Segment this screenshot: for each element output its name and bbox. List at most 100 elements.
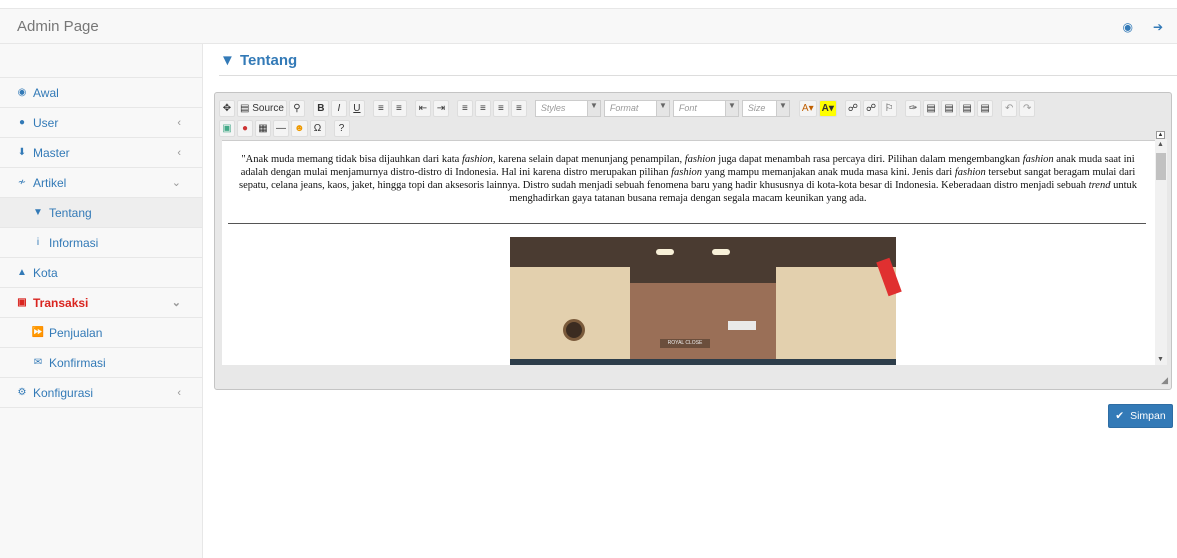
rss-icon: ≁ — [17, 177, 27, 188]
editor-toolbar: ✥ ▤ Source ⚲ B I U ≡ ≡ ⇤ ⇥ ≡ ≡ ≡ ≡ Style… — [219, 97, 1167, 139]
chevron-left-icon: ‹ — [177, 146, 181, 159]
download-icon: ⬇ — [17, 147, 27, 158]
pin-icon: ▲ — [17, 267, 27, 278]
sidebar-item-label: Transaksi — [33, 295, 89, 310]
dartboard-icon — [563, 319, 585, 341]
clipboard-icon[interactable]: ▤ — [977, 99, 994, 117]
sidebar-item-label: Kota — [33, 265, 58, 280]
chevron-left-icon: ‹ — [177, 386, 181, 399]
paste-word-icon[interactable]: ▤ — [959, 99, 976, 117]
filter-icon: ▼ — [220, 52, 235, 69]
redo-icon[interactable]: ↷ — [1019, 99, 1036, 117]
sidebar-item-artikel[interactable]: ≁ Artikel ⌄ — [0, 168, 202, 198]
sidebar-item-label: Artikel — [33, 175, 67, 190]
sidebar: ◉ Awal ● User ‹ ⬇ Master ‹ ≁ Artikel ⌄ ▼… — [0, 44, 203, 558]
sidebar-item-konfirmasi[interactable]: ✉ Konfirmasi — [0, 348, 202, 378]
money-icon: ▣ — [17, 297, 27, 308]
scroll-up-icon[interactable]: ▲ — [1157, 141, 1164, 148]
horizontal-line-icon[interactable]: — — [273, 119, 289, 137]
chevron-down-icon: ⌄ — [171, 297, 181, 309]
sidebar-item-penjualan[interactable]: ⏩ Penjualan — [0, 318, 202, 348]
paste-icon[interactable]: ✑ — [905, 99, 922, 117]
resize-handle-icon[interactable]: ◢ — [1161, 375, 1168, 386]
underline-button[interactable]: U — [348, 99, 365, 117]
envelope-icon: ✉ — [33, 357, 43, 368]
text-color-icon[interactable]: A▾ — [798, 99, 817, 117]
brand-title[interactable]: Admin Page — [17, 18, 99, 35]
align-center-icon[interactable]: ≡ — [474, 99, 491, 117]
format-select[interactable]: Format ▼ — [603, 99, 670, 117]
collapse-toolbar-icon[interactable]: ▲ — [1156, 131, 1165, 139]
align-right-icon[interactable]: ≡ — [492, 99, 509, 117]
checkmark-icon: ✔ — [1115, 410, 1125, 422]
styles-select[interactable]: Styles ▼ — [534, 99, 601, 117]
chevron-left-icon: ‹ — [177, 116, 181, 129]
rich-text-editor: ✥ ▤ Source ⚲ B I U ≡ ≡ ⇤ ⇥ ≡ ≡ ≡ ≡ Style… — [214, 92, 1172, 390]
horizontal-rule — [228, 223, 1146, 224]
scroll-down-icon[interactable]: ▼ — [1157, 356, 1164, 363]
image-icon[interactable]: ▣ — [219, 119, 235, 137]
preview-icon[interactable]: ⚲ — [288, 99, 305, 117]
scrollbar-thumb[interactable] — [1156, 153, 1166, 180]
dropdown-arrow-icon: ▼ — [655, 100, 669, 116]
bulleted-list-icon[interactable]: ≡ — [390, 99, 407, 117]
sidebar-item-kota[interactable]: ▲ Kota — [0, 258, 202, 288]
store-interior-photo[interactable]: ROYAL CLOSE — [510, 237, 896, 365]
align-justify-icon[interactable]: ≡ — [510, 99, 527, 117]
copy-icon[interactable]: ▤ — [923, 99, 940, 117]
dashboard-icon: ◉ — [17, 87, 27, 98]
sidebar-item-informasi[interactable]: i Informasi — [0, 228, 202, 258]
special-char-icon[interactable]: Ω — [309, 119, 326, 137]
link-icon[interactable]: ☍ — [844, 99, 862, 117]
paste-text-icon[interactable]: ▤ — [941, 99, 958, 117]
editor-content[interactable]: "Anak muda memang tidak bisa dijauhkan d… — [222, 140, 1163, 365]
sidebar-search-area — [0, 44, 202, 78]
sidebar-item-label: Konfigurasi — [33, 385, 94, 400]
sidebar-item-master[interactable]: ⬇ Master ‹ — [0, 138, 202, 168]
top-navbar: Admin Page ◉ ➔ — [0, 8, 1177, 44]
sidebar-item-tentang[interactable]: ▼ Tentang — [0, 198, 202, 228]
store-sign: ROYAL CLOSE — [660, 339, 710, 348]
sidebar-item-user[interactable]: ● User ‹ — [0, 108, 202, 138]
bg-color-icon[interactable]: A▾ — [818, 99, 837, 117]
source-button[interactable]: ▤ Source — [237, 99, 287, 117]
page-title: Tentang — [240, 52, 298, 69]
flash-icon[interactable]: ● — [237, 119, 253, 137]
sign-out-icon[interactable]: ➔ — [1153, 20, 1163, 34]
article-paragraph: "Anak muda memang tidak bisa dijauhkan d… — [239, 154, 1137, 204]
info-icon: i — [36, 237, 40, 248]
indent-icon[interactable]: ⇥ — [432, 99, 449, 117]
fast-forward-icon: ⏩ — [31, 327, 45, 338]
sidebar-item-awal[interactable]: ◉ Awal — [0, 78, 202, 108]
dropdown-arrow-icon: ▼ — [586, 100, 600, 116]
align-left-icon[interactable]: ≡ — [456, 99, 473, 117]
users-icon: ● — [18, 117, 26, 128]
anchor-flag-icon[interactable]: ⚐ — [881, 99, 898, 117]
sidebar-item-label: Awal — [33, 85, 59, 100]
sidebar-item-label: Konfirmasi — [49, 355, 106, 370]
sidebar-item-transaksi[interactable]: ▣ Transaksi ⌄ — [0, 288, 202, 318]
outdent-icon[interactable]: ⇤ — [414, 99, 431, 117]
filter-icon: ▼ — [33, 207, 43, 218]
dropdown-arrow-icon: ▼ — [775, 100, 789, 116]
dropdown-arrow-icon: ▼ — [724, 100, 738, 116]
table-icon[interactable]: ▦ — [255, 119, 271, 137]
cogs-icon: ⚙ — [17, 387, 27, 398]
page-header: ▼ Tentang — [219, 50, 1177, 76]
sidebar-item-konfigurasi[interactable]: ⚙ Konfigurasi ‹ — [0, 378, 202, 408]
sidebar-item-label: Penjualan — [49, 325, 103, 340]
maximize-icon[interactable]: ✥ — [219, 99, 235, 117]
smiley-icon[interactable]: ☻ — [291, 119, 308, 137]
eye-icon[interactable]: ◉ — [1122, 20, 1132, 34]
help-icon[interactable]: ? — [333, 119, 350, 137]
size-select[interactable]: Size ▼ — [741, 99, 790, 117]
numbered-list-icon[interactable]: ≡ — [372, 99, 389, 117]
bold-button[interactable]: B — [312, 99, 329, 117]
italic-button[interactable]: I — [330, 99, 347, 117]
save-button[interactable]: ✔ Simpan — [1108, 404, 1173, 428]
editor-scrollbar[interactable]: ▲ ▼ — [1155, 139, 1167, 365]
undo-icon[interactable]: ↶ — [1001, 99, 1018, 117]
sidebar-item-label: Tentang — [49, 205, 92, 220]
unlink-icon[interactable]: ☍ — [863, 99, 880, 117]
font-select[interactable]: Font ▼ — [672, 99, 739, 117]
